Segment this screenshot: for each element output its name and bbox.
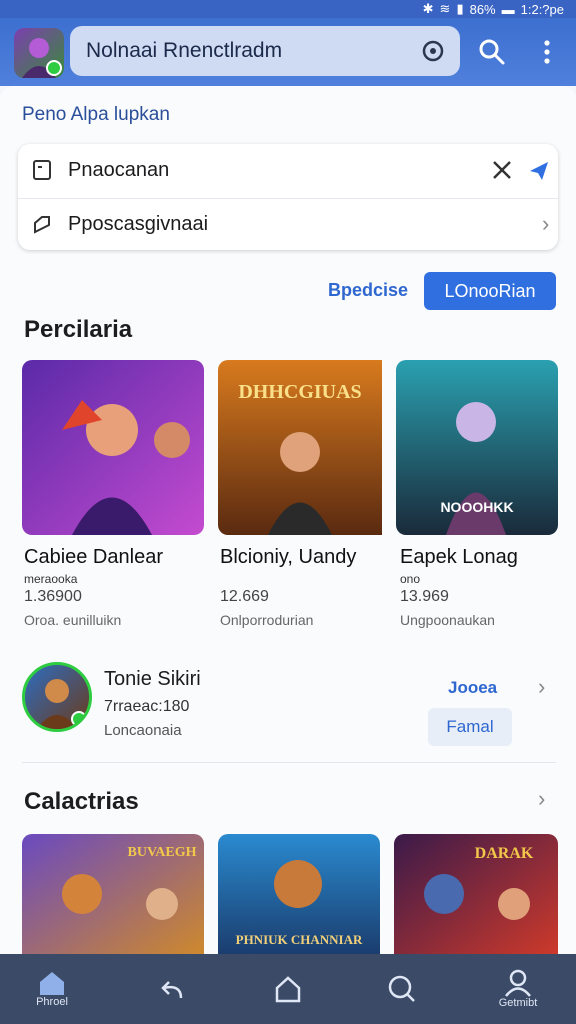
game-name-2[interactable]: Blcioniy, Uandy bbox=[220, 546, 356, 569]
document-icon bbox=[33, 160, 51, 180]
location-icon[interactable] bbox=[420, 38, 446, 64]
home-icon bbox=[40, 972, 64, 995]
game-dev-3: Ungpoonaukan bbox=[400, 612, 495, 628]
game-count-3: 13.969 bbox=[400, 588, 449, 605]
secondary-link[interactable]: Bpedcise bbox=[328, 280, 408, 301]
close-icon[interactable] bbox=[490, 158, 514, 182]
profile-button[interactable]: Famal bbox=[428, 708, 512, 746]
nav-item-house[interactable] bbox=[240, 954, 336, 1024]
game-art-5-title: PHNIUK CHANNIAR bbox=[236, 932, 363, 947]
hero-title: Peno Alpa lupkan bbox=[22, 104, 170, 125]
game-art-1 bbox=[22, 360, 204, 535]
app-bar: Nolnaai Rnenctlradm bbox=[0, 18, 576, 86]
game-art-5: PHNIUK CHANNIAR bbox=[218, 834, 380, 959]
game-art-4-title: BUVAEGH bbox=[128, 845, 197, 860]
game-sub-3: ono bbox=[400, 572, 421, 586]
game-art-2-title: DHHCGIUAS bbox=[238, 381, 361, 403]
house-icon bbox=[275, 976, 301, 1003]
profile-sub: Loncaonaia bbox=[104, 722, 182, 739]
game-dev-2: Onlporrodurian bbox=[220, 612, 314, 628]
nav-item-home[interactable]: Phroel bbox=[4, 954, 100, 1024]
game-count-2: 12.669 bbox=[220, 588, 269, 605]
game-name-3[interactable]: Eapek Lonag bbox=[400, 546, 518, 569]
nav-item-search[interactable] bbox=[354, 954, 450, 1024]
online-badge bbox=[71, 711, 87, 727]
more-vert-icon[interactable] bbox=[540, 38, 554, 66]
back-icon bbox=[161, 981, 183, 999]
battery-icon: ▬ bbox=[501, 1, 515, 17]
pin-icon[interactable] bbox=[526, 158, 552, 184]
signal-icon: ▮ bbox=[456, 1, 464, 16]
game-name-1[interactable]: Cabiee Danlear bbox=[24, 546, 163, 569]
game-sub-1: meraooka bbox=[24, 572, 78, 586]
nav-label-profile: Getmibt bbox=[498, 997, 538, 1009]
app-avatar[interactable] bbox=[14, 28, 64, 78]
divider bbox=[22, 762, 556, 763]
profile-avatar[interactable] bbox=[22, 662, 92, 732]
game-thumbnail-1[interactable] bbox=[22, 360, 204, 535]
section-title-1: Percilaria bbox=[24, 316, 133, 343]
search-icon bbox=[388, 975, 415, 1002]
status-bar: ✱ ≋ ▮ 86% ▬ 1:2:?pe bbox=[0, 0, 576, 18]
chevron-right-icon[interactable]: › bbox=[538, 786, 545, 812]
input-row-2-text: Pposcasgivnaai bbox=[68, 213, 209, 235]
tag-icon bbox=[34, 216, 50, 234]
profile-code: 7rraeac:180 bbox=[104, 698, 190, 715]
chevron-right-icon: › bbox=[542, 211, 550, 236]
game-dev-1: Oroa. eunilluikn bbox=[24, 612, 122, 628]
nav-item-profile[interactable]: Getmibt bbox=[470, 954, 566, 1024]
game-art-2: DHHCGIUAS bbox=[218, 360, 382, 535]
bluetooth-icon: ✱ bbox=[422, 1, 434, 16]
nav-item-back[interactable] bbox=[126, 954, 222, 1024]
input-row-1-text: Pnaocanan bbox=[68, 158, 170, 181]
profile-link[interactable]: Jooea bbox=[448, 678, 497, 698]
input-row-2[interactable]: Pposcasgivnaai › bbox=[18, 198, 558, 250]
game-art-3: NOOOHKK bbox=[396, 360, 558, 535]
game-art-3-title: NOOOHKK bbox=[440, 499, 513, 515]
profile-name: Tonie Sikiri bbox=[104, 668, 201, 690]
game-art-6-title: DARAK bbox=[475, 845, 534, 862]
chevron-right-icon[interactable]: › bbox=[538, 674, 545, 700]
input-card: Pnaocanan Pposcasgivnaai › bbox=[18, 144, 558, 250]
game-thumbnail-2[interactable]: DHHCGIUAS bbox=[218, 360, 400, 535]
bottom-nav: Phroel Getmibt bbox=[0, 954, 576, 1024]
profile-icon bbox=[505, 969, 531, 997]
input-row-1[interactable]: Pnaocanan bbox=[18, 144, 558, 196]
game-art-6: DARAK bbox=[394, 834, 558, 959]
search-text: Nolnaai Rnenctlradm bbox=[86, 39, 283, 62]
section-title-2: Calactrias bbox=[24, 788, 139, 815]
game-count-1: 1.36900 bbox=[24, 588, 82, 605]
battery-percent: 86% bbox=[469, 1, 496, 17]
game-art-4: BUVAEGH bbox=[22, 834, 204, 959]
wifi-icon: ≋ bbox=[439, 1, 451, 16]
game-thumbnail-5[interactable]: PHNIUK CHANNIAR bbox=[218, 834, 380, 959]
game-thumbnail-4[interactable]: BUVAEGH bbox=[22, 834, 204, 959]
online-badge bbox=[46, 60, 62, 76]
search-icon[interactable] bbox=[478, 38, 506, 66]
primary-button[interactable]: LOnooRian bbox=[424, 272, 556, 310]
game-thumbnail-3[interactable]: NOOOHKK bbox=[396, 360, 558, 535]
search-bar[interactable]: Nolnaai Rnenctlradm bbox=[70, 26, 460, 76]
game-thumbnail-6[interactable]: DARAK bbox=[394, 834, 558, 959]
status-time: 1:2:?pe bbox=[520, 1, 564, 17]
nav-label-home: Phroel bbox=[36, 996, 68, 1008]
